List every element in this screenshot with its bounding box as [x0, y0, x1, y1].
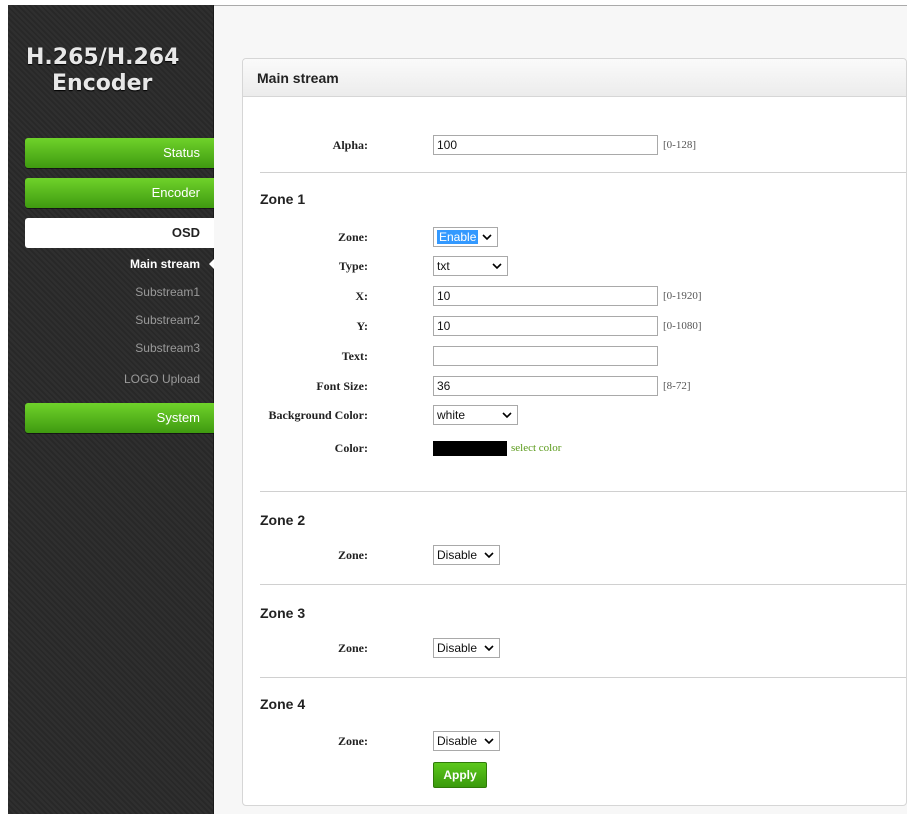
zone1-color-label: Color: — [334, 441, 368, 455]
nav-encoder-button[interactable]: Encoder — [25, 178, 214, 208]
sidebar: H.265/H.264 Encoder Status Encoder OSD M… — [8, 5, 214, 814]
zone1-text-label: Text: — [341, 349, 368, 363]
alpha-input[interactable] — [433, 135, 658, 155]
zone4-title: Zone 4 — [260, 696, 306, 712]
alpha-label: Alpha: — [332, 138, 368, 152]
zone1-x-row: X: [0-1920] — [243, 286, 843, 308]
zone1-type-row: Type: txt — [243, 256, 843, 278]
zone1-bg-row: Background Color: white — [243, 405, 843, 427]
logo-line-1: H.265/H.264 — [26, 45, 180, 70]
zone1-bg-label: Background Color: — [268, 408, 368, 422]
zone2-zone-row: Zone: Disable — [243, 545, 843, 567]
sidebar-item-logo-upload[interactable]: LOGO Upload — [25, 368, 214, 390]
chevron-down-icon — [484, 738, 494, 745]
select-color-link[interactable]: select color — [511, 442, 561, 454]
zone1-x-range: [0-1920] — [663, 290, 702, 302]
zone1-zone-value: Enable — [437, 230, 479, 244]
main-stream-panel: Main stream Alpha: [0-128] Zone 1 Zone: … — [242, 58, 907, 806]
zone2-zone-label: Zone: — [338, 548, 368, 562]
zone1-y-label: Y: — [356, 319, 368, 333]
sidebar-item-substream1[interactable]: Substream1 — [25, 281, 214, 303]
zone1-font-size-input[interactable] — [433, 376, 658, 396]
zone3-zone-label: Zone: — [338, 641, 368, 655]
zone1-type-select[interactable]: txt — [433, 256, 508, 276]
sidebar-item-substream2[interactable]: Substream2 — [25, 309, 214, 331]
sidebar-item-substream3[interactable]: Substream3 — [25, 337, 214, 359]
divider — [260, 491, 906, 492]
zone3-title: Zone 3 — [260, 605, 306, 621]
chevron-down-icon — [502, 412, 512, 419]
zone1-zone-select[interactable]: Enable — [433, 227, 498, 247]
zone4-zone-label: Zone: — [338, 734, 368, 748]
nav-status-button[interactable]: Status — [25, 138, 214, 168]
zone1-font-range: [8-72] — [663, 380, 691, 392]
alpha-row: Alpha: [0-128] — [243, 135, 843, 157]
zone1-zone-label: Zone: — [338, 230, 368, 244]
alpha-range: [0-128] — [663, 139, 696, 151]
chevron-down-icon — [482, 234, 492, 241]
nav-system-button[interactable]: System — [25, 403, 214, 433]
zone4-zone-value: Disable — [437, 734, 478, 748]
apply-button[interactable]: Apply — [433, 762, 487, 788]
color-swatch[interactable] — [433, 440, 507, 456]
chevron-down-icon — [492, 263, 502, 270]
zone4-zone-select[interactable]: Disable — [433, 731, 500, 751]
zone3-zone-value: Disable — [437, 641, 478, 655]
zone1-title: Zone 1 — [260, 191, 306, 207]
zone1-x-label: X: — [355, 289, 368, 303]
zone2-title: Zone 2 — [260, 512, 306, 528]
zone1-y-range: [0-1080] — [663, 320, 702, 332]
zone1-bg-color-select[interactable]: white — [433, 405, 518, 425]
zone3-zone-row: Zone: Disable — [243, 638, 843, 660]
zone4-zone-row: Zone: Disable — [243, 731, 843, 753]
zone1-text-input[interactable] — [433, 346, 658, 366]
zone1-zone-row: Zone: Enable — [243, 227, 843, 249]
nav-osd-button[interactable]: OSD — [25, 218, 214, 248]
zone1-type-value: txt — [437, 259, 450, 273]
zone1-y-input[interactable] — [433, 316, 658, 336]
sidebar-item-main-stream[interactable]: Main stream — [25, 253, 214, 275]
zone1-text-row: Text: — [243, 346, 843, 368]
app-logo: H.265/H.264 Encoder — [8, 45, 214, 97]
logo-line-2: Encoder — [52, 71, 153, 96]
divider — [260, 677, 906, 678]
divider — [260, 584, 906, 585]
chevron-down-icon — [484, 645, 494, 652]
zone1-bg-value: white — [437, 408, 466, 422]
zone1-y-row: Y: [0-1080] — [243, 316, 843, 338]
panel-title: Main stream — [243, 59, 906, 97]
zone1-font-row: Font Size: [8-72] — [243, 376, 843, 398]
zone2-zone-select[interactable]: Disable — [433, 545, 500, 565]
zone1-type-label: Type: — [338, 259, 368, 273]
zone1-color-row: Color: select color — [243, 438, 843, 460]
zone1-font-label: Font Size: — [316, 379, 368, 393]
zone3-zone-select[interactable]: Disable — [433, 638, 500, 658]
zone1-x-input[interactable] — [433, 286, 658, 306]
zone2-zone-value: Disable — [437, 548, 478, 562]
divider — [260, 172, 906, 173]
chevron-down-icon — [484, 552, 494, 559]
